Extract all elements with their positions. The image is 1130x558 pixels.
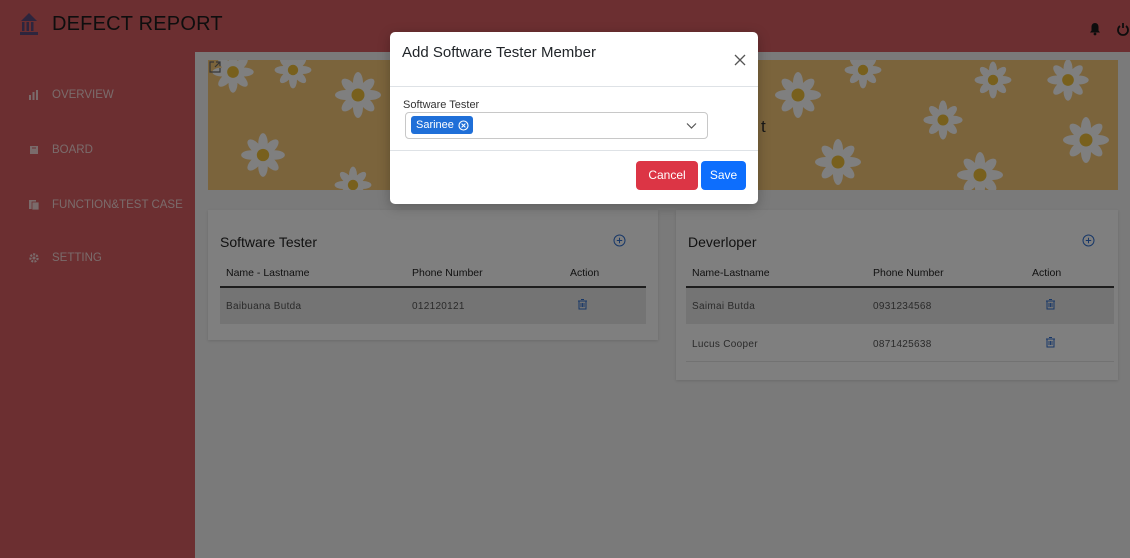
modal-title: Add Software Tester Member — [402, 44, 596, 61]
save-button[interactable]: Save — [701, 161, 746, 190]
cancel-button[interactable]: Cancel — [636, 161, 698, 190]
modal-header-divider — [390, 86, 758, 87]
modal-footer-divider — [390, 150, 758, 151]
chip-label: Sarinee — [416, 119, 454, 131]
tester-multiselect[interactable]: Sarinee — [405, 112, 708, 139]
field-label: Software Tester — [403, 99, 480, 111]
chevron-down-icon[interactable] — [686, 122, 697, 130]
add-member-modal: Add Software Tester Member Software Test… — [390, 32, 758, 204]
selected-chip: Sarinee — [411, 116, 473, 134]
chip-remove-icon[interactable] — [458, 119, 469, 131]
close-icon[interactable] — [734, 54, 746, 66]
